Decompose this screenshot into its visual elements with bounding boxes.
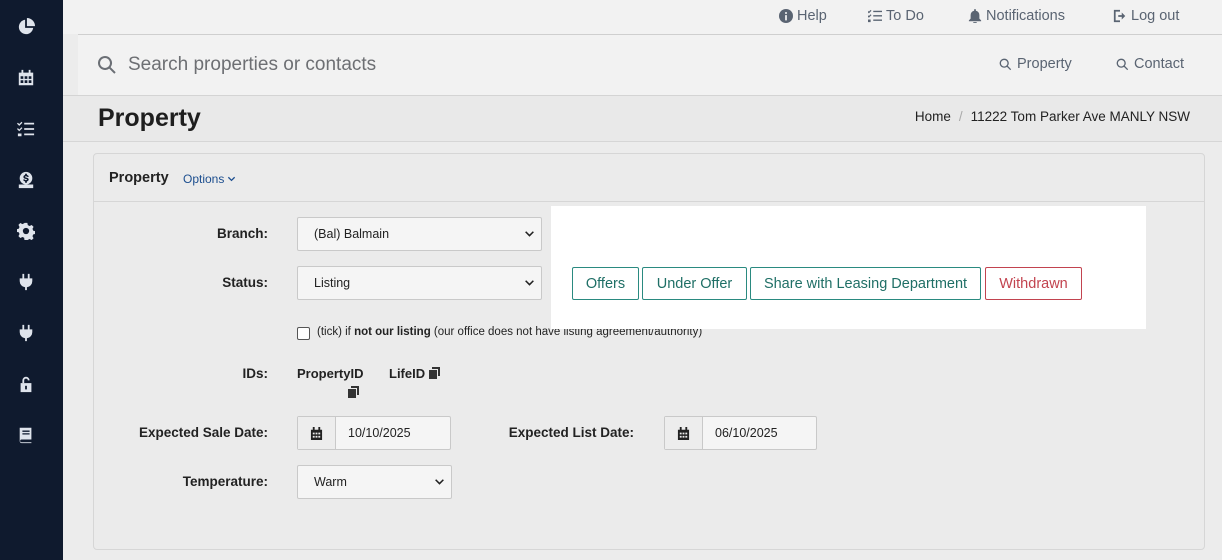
expected-sale-date-label: Expected Sale Date: [138,425,268,440]
options-label: Options [183,172,225,186]
lock-icon[interactable] [16,374,36,394]
options-dropdown[interactable]: Options [183,172,236,186]
chart-pie-icon[interactable] [16,17,36,37]
ids-label: IDs: [242,366,268,381]
search-scope-property[interactable]: Property [999,56,1072,72]
temperature-select[interactable]: Warm [297,465,452,499]
search-icon [97,55,117,80]
plug-icon[interactable] [16,323,36,343]
page-title: Property [98,104,201,132]
status-label: Status: [222,275,268,290]
bell-icon [968,9,982,23]
status-actions-panel: Offers Under Offer Share with Leasing De… [551,206,1146,329]
breadcrumb-separator: / [958,109,963,124]
breadcrumb: Home / 11222 Tom Parker Ave MANLY NSW [915,109,1190,124]
notifications-label: Notifications [986,8,1065,24]
breadcrumb-home[interactable]: Home [915,109,951,124]
page-header: Property Home / 11222 Tom Parker Ave MAN… [63,96,1222,142]
expected-list-date-label: Expected List Date: [508,425,634,440]
temperature-value: Warm [314,475,347,489]
branch-select[interactable]: (Bal) Balmain [297,217,542,251]
search-scope-contact[interactable]: Contact [1116,56,1184,72]
copy-icon[interactable] [429,366,440,384]
expected-sale-date-field [297,416,451,450]
sidebar [0,0,63,560]
gear-icon[interactable] [16,221,36,241]
property-id-label: PropertyID [297,366,364,381]
calendar-icon[interactable] [665,417,703,449]
money-icon[interactable] [16,170,36,190]
calendar-icon[interactable] [16,68,36,88]
chevron-down-icon [524,229,535,243]
help-label: Help [797,8,827,24]
card-header: Property Options [94,154,1204,202]
book-icon[interactable] [16,425,36,445]
todo-link[interactable]: To Do [868,6,924,26]
tasks-icon[interactable] [16,119,36,139]
chevron-down-icon [434,477,445,491]
expected-list-date-field [664,416,817,450]
expected-sale-date-input[interactable] [336,417,446,449]
scope-property-label: Property [1017,56,1072,72]
todo-label: To Do [886,8,924,24]
logout-link[interactable]: Log out [1113,6,1179,26]
offers-button[interactable]: Offers [572,267,639,300]
info-icon [779,9,793,23]
chevron-down-icon [228,176,236,181]
plug-icon[interactable] [16,272,36,292]
top-utility-bar: Help To Do Notifications Log out [63,0,1222,34]
sign-out-icon [1113,9,1126,23]
under-offer-button[interactable]: Under Offer [642,267,747,300]
card-title: Property [109,170,169,186]
breadcrumb-current: 11222 Tom Parker Ave MANLY NSW [970,109,1190,124]
not-listing-text-bold: not our listing [354,326,431,338]
search-icon [1116,58,1129,70]
calendar-icon[interactable] [298,417,336,449]
not-our-listing-checkbox[interactable] [297,327,310,340]
search-icon [999,58,1012,70]
tasks-icon [868,9,882,23]
branch-value: (Bal) Balmain [314,227,390,241]
withdrawn-button[interactable]: Withdrawn [985,267,1082,300]
share-leasing-button[interactable]: Share with Leasing Department [750,267,981,300]
notifications-link[interactable]: Notifications [968,6,1065,26]
expected-list-date-input[interactable] [703,417,813,449]
logout-label: Log out [1131,8,1180,24]
life-id-label: LifeID [389,366,426,381]
search-input[interactable] [128,49,648,81]
chevron-down-icon [524,278,535,292]
search-bar: Property Contact [78,35,1222,95]
status-value: Listing [314,276,351,290]
temperature-label: Temperature: [182,474,268,489]
status-select[interactable]: Listing [297,266,542,300]
help-link[interactable]: Help [779,6,827,26]
copy-icon[interactable] [348,385,359,403]
not-listing-text-pre: (tick) if [317,326,355,338]
scope-contact-label: Contact [1134,56,1184,72]
branch-label: Branch: [216,226,268,241]
